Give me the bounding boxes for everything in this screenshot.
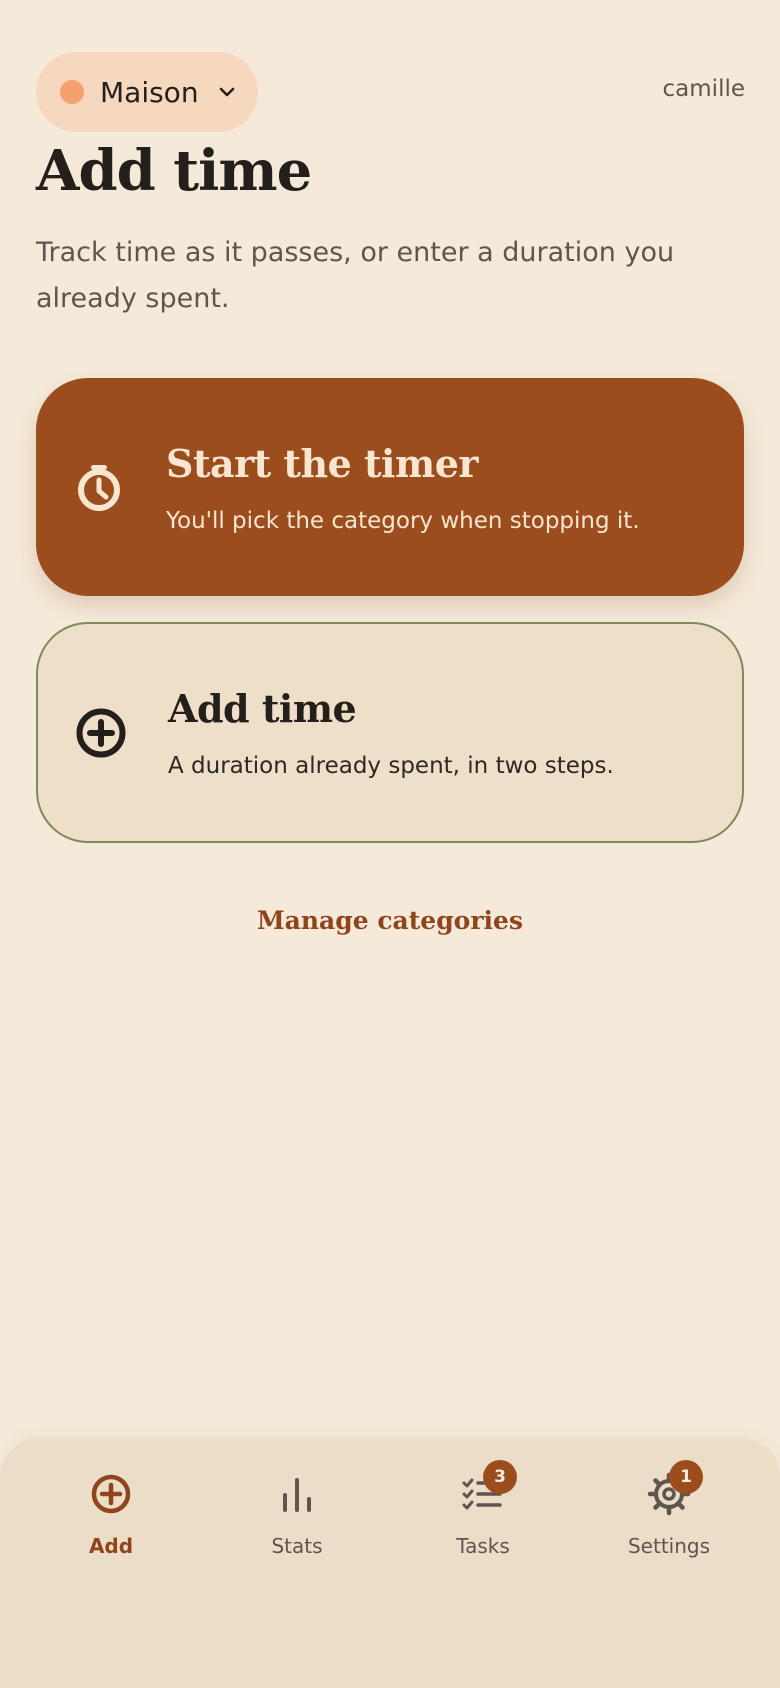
page-subtitle: Track time as it passes, or enter a dura… [36, 237, 675, 314]
nav-item-add[interactable]: Add [21, 1468, 201, 1578]
tasks-badge: 3 [483, 1460, 517, 1494]
bottom-nav: Add Stats 3 Tasks 1 Settings [0, 1438, 780, 1688]
add-time-manual-button[interactable]: Add time A duration already spent, in tw… [36, 622, 744, 843]
nav-item-stats[interactable]: Stats [207, 1468, 387, 1578]
nav-label-add: Add [88, 1534, 134, 1558]
chevron-down-icon [219, 87, 234, 97]
manual-card-description: A duration already spent, in two steps. [168, 753, 614, 779]
stopwatch-icon [78, 465, 120, 511]
workspace-name: Maison [100, 75, 199, 109]
add-time-screen: Maison camille Add time Track time as it… [0, 0, 780, 1688]
nav-item-tasks[interactable]: 3 Tasks [393, 1460, 573, 1578]
bar-chart-icon [283, 1478, 311, 1512]
manual-card-title: Add time [168, 686, 357, 731]
settings-badge: 1 [669, 1460, 703, 1494]
nav-label-settings: Settings [627, 1534, 711, 1558]
plus-circle-icon [76, 708, 126, 757]
nav-label-tasks: Tasks [456, 1534, 510, 1558]
user-name[interactable]: camille [663, 76, 745, 102]
timer-card-description: You'll pick the category when stopping i… [166, 507, 640, 534]
timer-card-title: Start the timer [166, 440, 478, 486]
nav-label-stats: Stats [271, 1534, 323, 1558]
workspace-color-dot [60, 80, 84, 104]
workspace-selector[interactable]: Maison [36, 52, 258, 132]
plus-circle-icon [91, 1474, 131, 1514]
start-timer-button[interactable]: Start the timer You'll pick the category… [36, 378, 744, 596]
manage-categories-link[interactable]: Manage categories [0, 906, 780, 935]
nav-item-settings[interactable]: 1 Settings [579, 1460, 759, 1578]
page-title: Add time [36, 138, 312, 204]
